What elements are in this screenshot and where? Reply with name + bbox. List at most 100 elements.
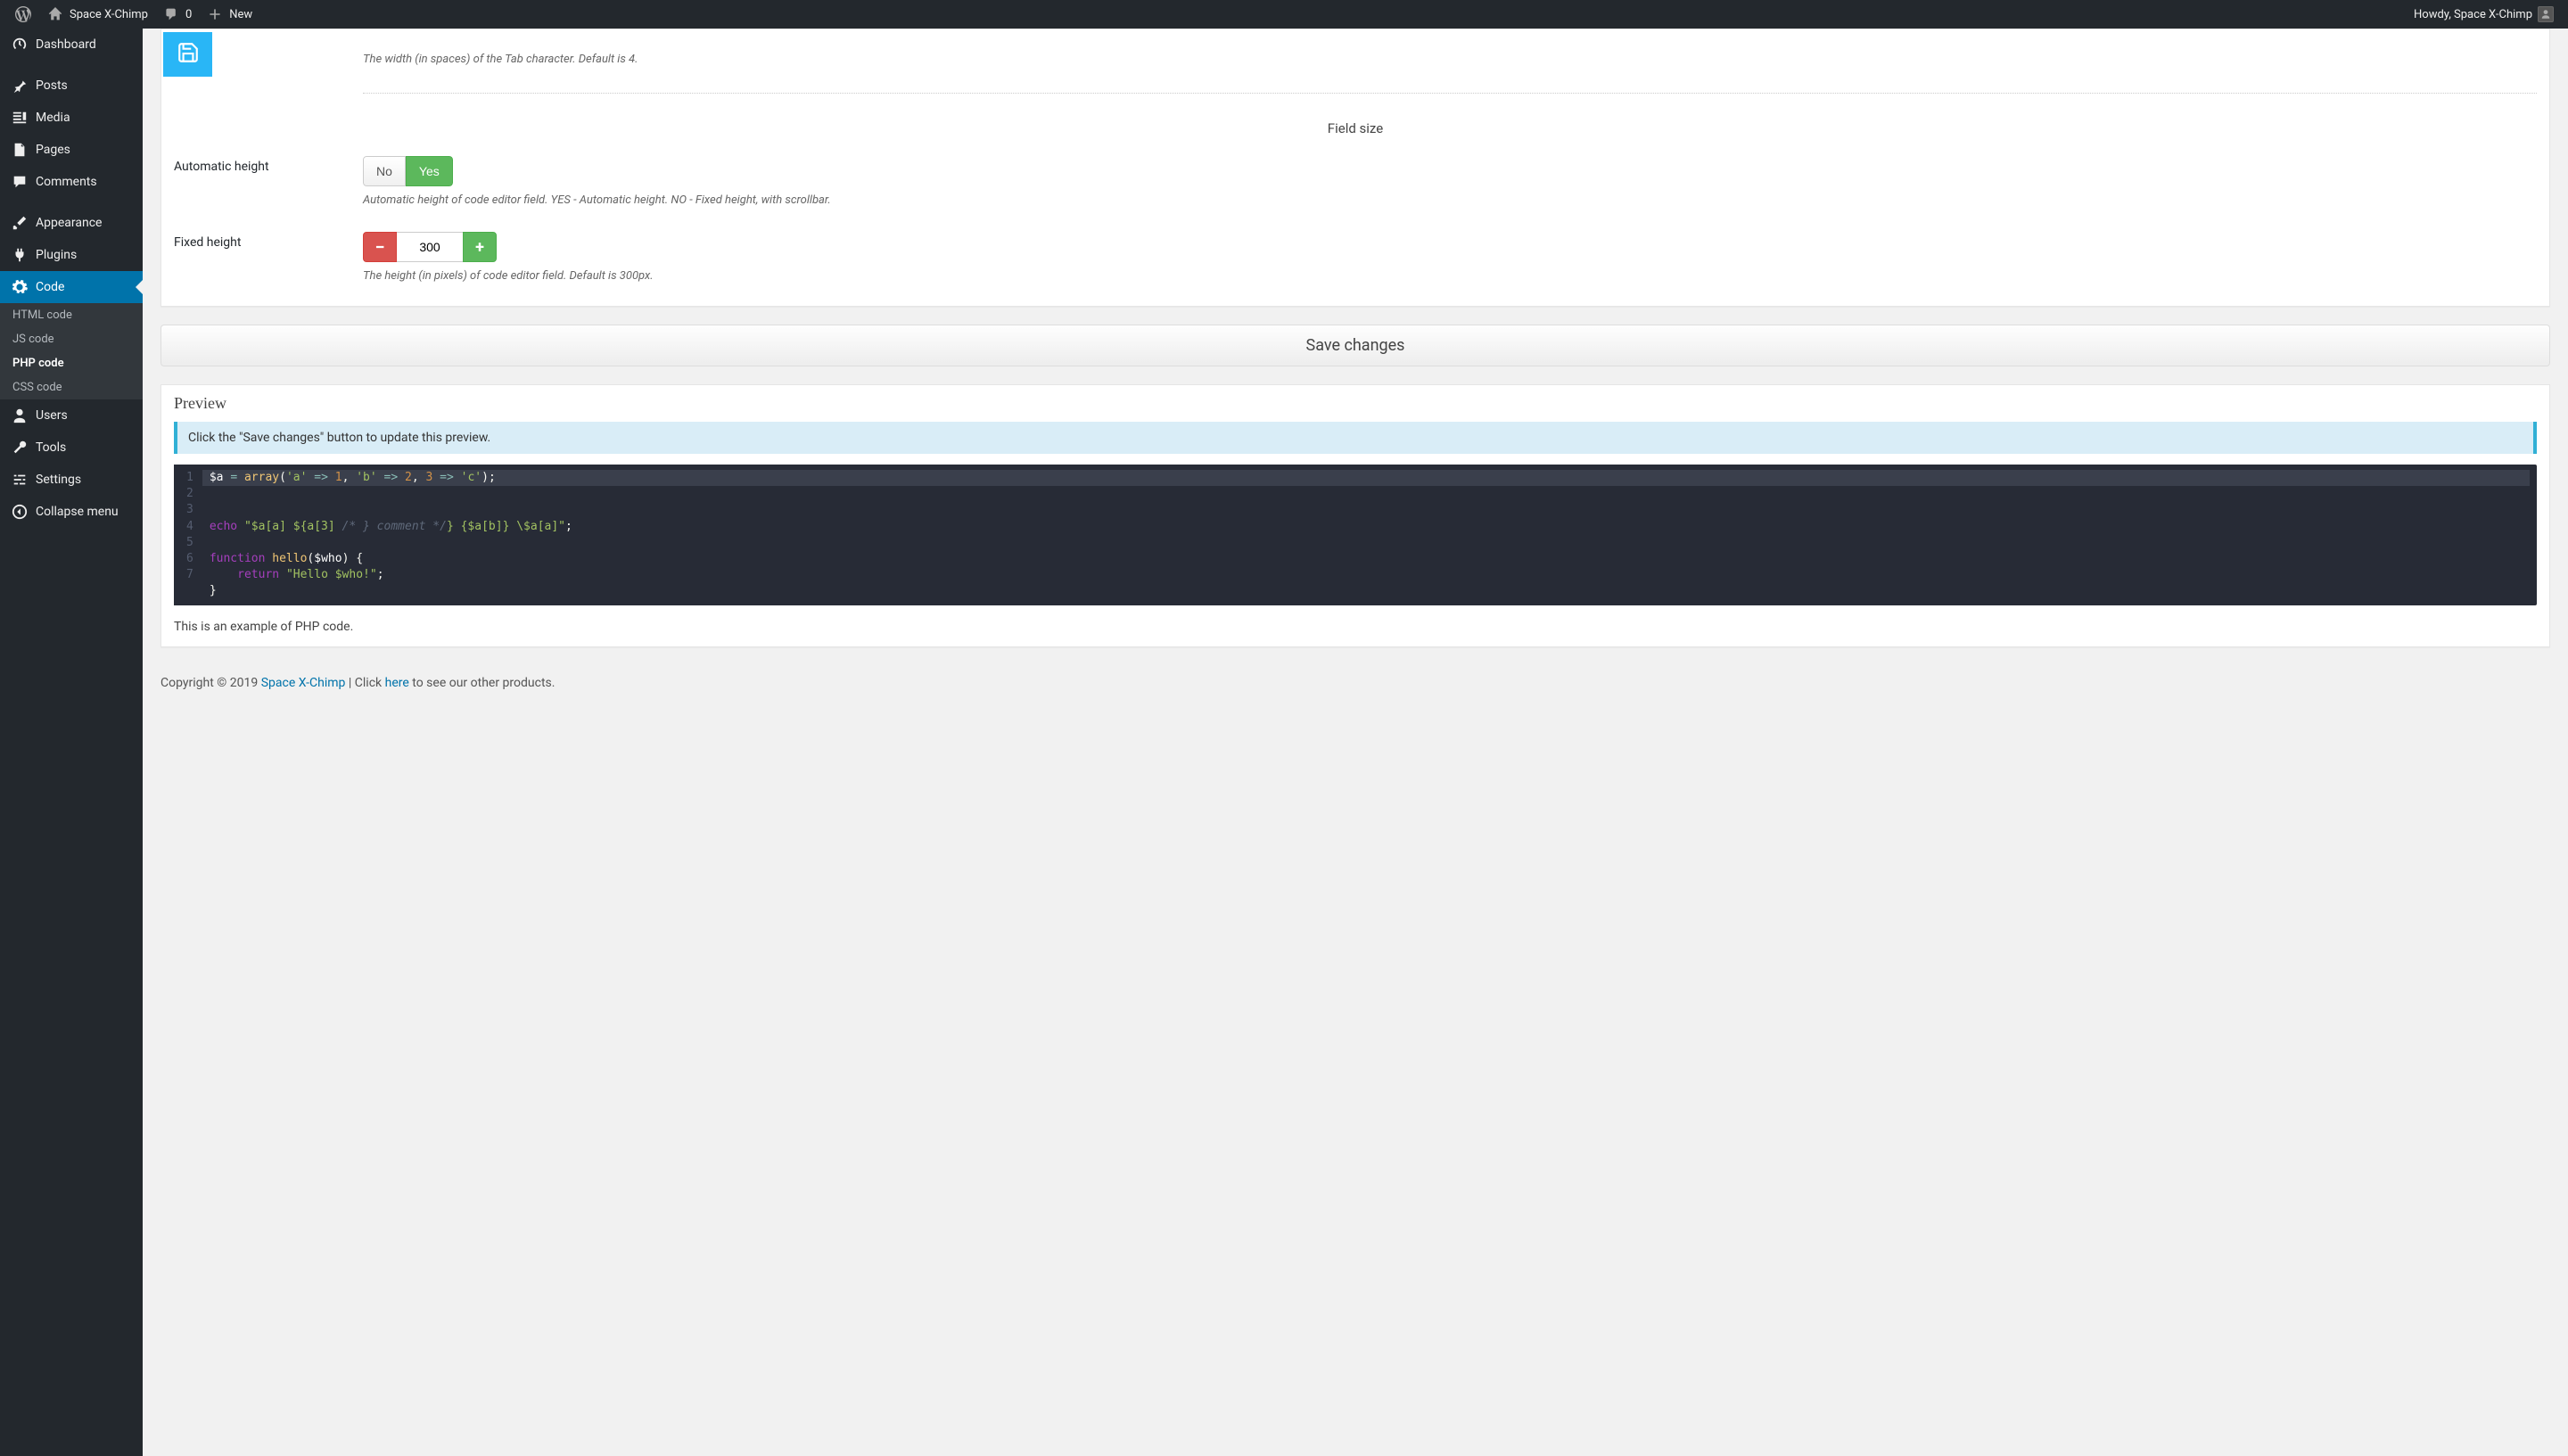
wordpress-icon [14, 5, 32, 23]
pin-icon [11, 77, 29, 95]
fixed-height-label: Fixed height [174, 232, 363, 250]
line-number: 3 [183, 502, 197, 518]
fixed-height-help: The height (in pixels) of code editor fi… [363, 269, 2537, 283]
menu-label: Plugins [36, 248, 77, 262]
save-disk-icon [177, 41, 200, 68]
sliders-icon [11, 471, 29, 489]
menu-plugins[interactable]: Plugins [0, 239, 143, 271]
menu-collapse[interactable]: Collapse menu [0, 496, 143, 528]
admin-bar-left: Space X-Chimp 0 New [7, 0, 259, 29]
menu-users[interactable]: Users [0, 399, 143, 432]
plug-icon [11, 246, 29, 264]
line-number: 7 [183, 567, 197, 583]
line-number: 4 [183, 519, 197, 535]
fixed-height-row: Fixed height − + The height (in pixels) … [174, 219, 2537, 295]
comments-link[interactable]: 0 [155, 0, 199, 29]
menu-dashboard[interactable]: Dashboard [0, 29, 143, 61]
user-account-link[interactable]: Howdy, Space X-Chimp [2407, 0, 2561, 29]
footer-here-link[interactable]: here [385, 676, 409, 690]
section-divider [363, 93, 2537, 94]
main-content: The width (in spaces) of the Tab charact… [143, 29, 2568, 726]
fixed-height-input[interactable] [397, 232, 463, 262]
brush-icon [11, 214, 29, 232]
preview-title: Preview [161, 385, 2549, 422]
menu-label: Tools [36, 440, 66, 455]
menu-label: Collapse menu [36, 505, 119, 519]
wrench-icon [11, 439, 29, 457]
menu-label: Media [36, 111, 70, 125]
auto-height-no-button[interactable]: No [363, 156, 406, 186]
submenu-css[interactable]: CSS code [0, 375, 143, 399]
howdy-text: Howdy, Space X-Chimp [2414, 8, 2532, 21]
footer-prefix: Copyright © 2019 [160, 676, 261, 690]
footer-suffix: to see our other products. [409, 676, 556, 690]
menu-label: Settings [36, 473, 81, 487]
comment-icon [11, 173, 29, 191]
line-number: 2 [183, 486, 197, 502]
tab-width-row: The width (in spaces) of the Tab charact… [174, 40, 2537, 78]
admin-bar-right: Howdy, Space X-Chimp [2407, 0, 2561, 29]
field-size-title: Field size [174, 120, 2537, 136]
admin-sidebar: Dashboard Posts Media Pages Comments App… [0, 29, 143, 1456]
collapse-icon [11, 503, 29, 521]
fixed-height-stepper: − + [363, 232, 497, 262]
auto-height-toggle: No Yes [363, 156, 453, 186]
menu-label: Code [36, 280, 64, 294]
menu-settings[interactable]: Settings [0, 464, 143, 496]
menu-tools[interactable]: Tools [0, 432, 143, 464]
menu-pages[interactable]: Pages [0, 134, 143, 166]
auto-height-yes-button[interactable]: Yes [406, 156, 453, 186]
minus-icon: − [374, 236, 384, 258]
admin-bar: Space X-Chimp 0 New Howdy, Space X-Chimp [0, 0, 2568, 29]
submenu-js[interactable]: JS code [0, 327, 143, 351]
floating-save-button[interactable] [163, 32, 212, 77]
gear-icon [11, 278, 29, 296]
page-footer: Copyright © 2019 Space X-Chimp | Click h… [160, 665, 2550, 708]
save-changes-button[interactable]: Save changes [160, 325, 2550, 366]
menu-comments[interactable]: Comments [0, 166, 143, 198]
home-icon [46, 5, 64, 23]
comment-count: 0 [185, 8, 192, 21]
avatar [2538, 6, 2554, 22]
user-icon [11, 407, 29, 424]
line-number: 5 [183, 535, 197, 551]
stepper-minus-button[interactable]: − [363, 232, 397, 262]
tab-width-help: The width (in spaces) of the Tab charact… [363, 53, 2537, 66]
menu-posts[interactable]: Posts [0, 70, 143, 102]
new-label: New [229, 8, 252, 21]
plus-icon: + [475, 238, 484, 257]
code-submenu: HTML code JS code PHP code CSS code [0, 303, 143, 399]
menu-label: Pages [36, 143, 70, 157]
auto-height-row: Automatic height No Yes Automatic height… [174, 144, 2537, 219]
footer-brand-link[interactable]: Space X-Chimp [261, 676, 346, 690]
submenu-html[interactable]: HTML code [0, 303, 143, 327]
line-number: 6 [183, 551, 197, 567]
new-content-link[interactable]: New [199, 0, 259, 29]
code-lines: $a = array('a' => 1, 'b' => 2, 3 => 'c')… [202, 465, 2537, 605]
menu-code[interactable]: Code [0, 271, 143, 303]
stepper-plus-button[interactable]: + [463, 232, 497, 262]
menu-label: Comments [36, 175, 97, 189]
menu-media[interactable]: Media [0, 102, 143, 134]
line-number: 1 [183, 470, 197, 486]
menu-label: Users [36, 408, 68, 423]
settings-panel: The width (in spaces) of the Tab charact… [160, 29, 2550, 307]
submenu-php[interactable]: PHP code [0, 351, 143, 375]
wp-logo[interactable] [7, 0, 39, 29]
footer-mid: | Click [345, 676, 384, 690]
media-icon [11, 109, 29, 127]
page-icon [11, 141, 29, 159]
site-home-link[interactable]: Space X-Chimp [39, 0, 155, 29]
dashboard-icon [11, 36, 29, 53]
site-name: Space X-Chimp [70, 8, 148, 21]
menu-label: Dashboard [36, 37, 96, 52]
code-gutter: 1 2 3 4 5 6 7 [174, 465, 202, 605]
preview-footnote: This is an example of PHP code. [161, 616, 2549, 646]
auto-height-help: Automatic height of code editor field. Y… [363, 193, 2537, 207]
preview-note: Click the "Save changes" button to updat… [174, 422, 2537, 454]
preview-panel: Preview Click the "Save changes" button … [160, 384, 2550, 647]
plus-icon [206, 5, 224, 23]
menu-appearance[interactable]: Appearance [0, 207, 143, 239]
auto-height-label: Automatic height [174, 156, 363, 174]
comment-icon [162, 5, 180, 23]
